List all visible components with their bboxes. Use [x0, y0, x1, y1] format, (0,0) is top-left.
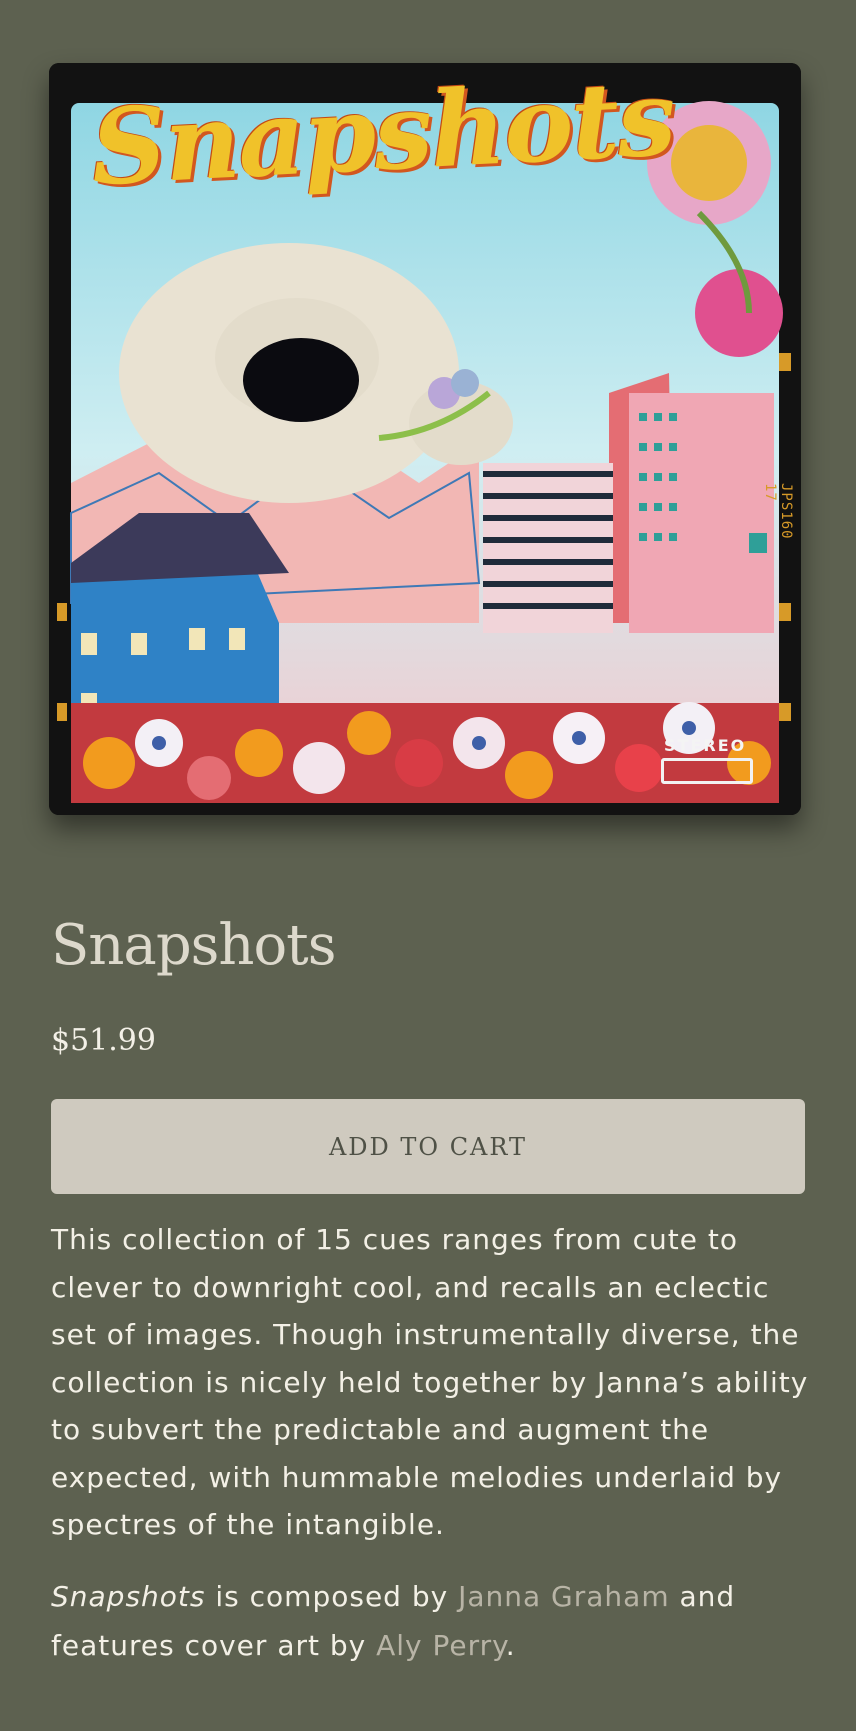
artist-link[interactable]: Aly Perry	[376, 1629, 506, 1662]
add-to-cart-button[interactable]: ADD TO CART	[51, 1099, 805, 1194]
composer-link[interactable]: Janna Graham	[458, 1580, 670, 1613]
product-description: This collection of 15 cues ranges from c…	[51, 1223, 809, 1541]
credits-text-composed: is composed by	[205, 1580, 459, 1613]
credits-end-punctuation: .	[505, 1629, 516, 1662]
product-title: Snapshots	[51, 913, 336, 978]
album-cover: Snapshots STEREO JPS160 17	[49, 63, 801, 815]
film-edge-code: JPS160 17	[762, 483, 794, 540]
credits-album-title: Snapshots	[51, 1580, 206, 1613]
stereo-plate-icon	[661, 758, 753, 784]
product-credits: Snapshots is composed by Janna Graham an…	[51, 1572, 821, 1670]
product-price: $51.99	[51, 1023, 156, 1058]
stereo-badge: STEREO	[664, 736, 747, 755]
